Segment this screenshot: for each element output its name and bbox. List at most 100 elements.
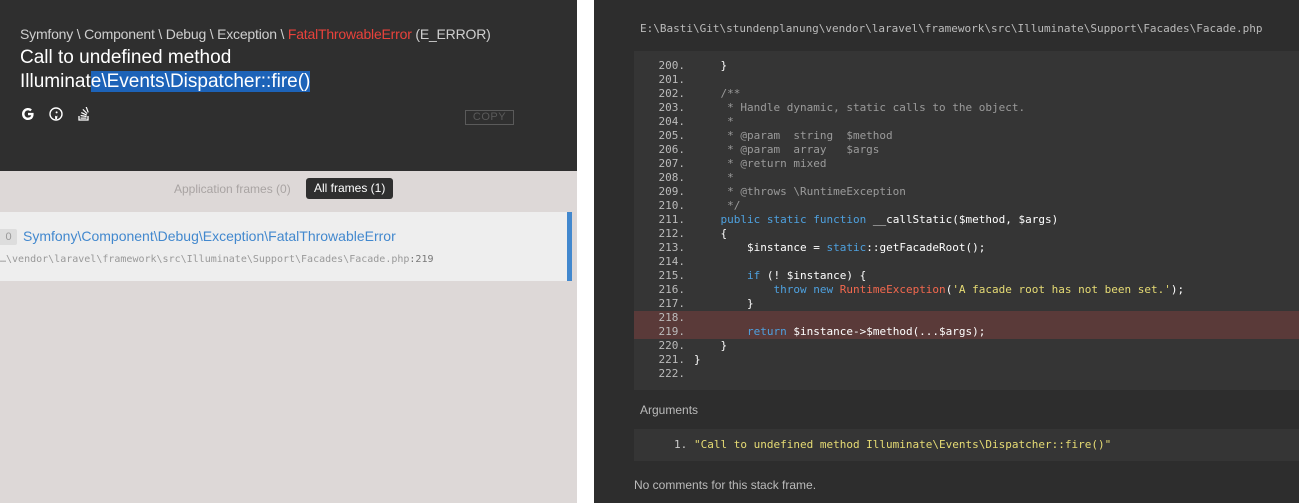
- frame-class: Symfony\Component\Debug\Exception\FatalT…: [23, 228, 396, 244]
- line-number: 217.: [658, 297, 686, 310]
- exception-header: Symfony \ Component \ Debug \ Exception …: [0, 0, 577, 171]
- code-line: 220. }: [634, 339, 1299, 353]
- exception-class: FatalThrowableError: [287, 26, 412, 42]
- line-source: * Handle dynamic, static calls to the ob…: [694, 101, 1026, 114]
- line-source: public static function __callStatic($met…: [720, 213, 1059, 226]
- tab-application-frames[interactable]: Application frames (0): [174, 182, 291, 196]
- arguments-label: Arguments: [640, 403, 699, 417]
- code-line: 204. *: [634, 115, 1299, 129]
- panel-divider: [577, 0, 594, 503]
- line-source: $instance = static::getFacadeRoot();: [694, 241, 986, 254]
- line-number: 207.: [658, 157, 686, 170]
- google-icon[interactable]: [20, 106, 36, 122]
- tab-all-frames[interactable]: All frames (1): [306, 178, 394, 199]
- code-line: 201.: [634, 73, 1299, 87]
- code-line: 212. {: [634, 227, 1299, 241]
- frame-filter-tabs: Application frames (0) All frames (1): [0, 171, 577, 211]
- code-line: 209. * @throws \RuntimeException: [634, 185, 1299, 199]
- line-source: }: [694, 353, 701, 366]
- exception-message-line1: Call to undefined method: [20, 47, 232, 68]
- line-number: 202.: [658, 87, 686, 100]
- code-line: 208. *: [634, 171, 1299, 185]
- argument-value-text: "Call to undefined method Illuminate\Eve…: [694, 438, 1112, 451]
- line-number: 209.: [658, 185, 686, 198]
- frames-panel: Symfony \ Component \ Debug \ Exception …: [0, 0, 577, 503]
- frame-line-number: :219: [409, 254, 434, 265]
- message-plain-text: Illuminat: [20, 71, 91, 92]
- code-line: 213. $instance = static::getFacadeRoot()…: [634, 241, 1299, 255]
- line-source: * @param string $method: [694, 129, 893, 142]
- stack-frame[interactable]: 0 Symfony\Component\Debug\Exception\Fata…: [0, 212, 572, 281]
- no-comments-text: No comments for this stack frame.: [634, 478, 817, 492]
- frame-file: …\vendor\laravel\framework\src\Illuminat…: [0, 254, 434, 265]
- code-line: 221.}: [634, 353, 1299, 367]
- argument-number: 1.: [674, 438, 688, 451]
- line-source: *: [694, 115, 734, 128]
- exception-path: Symfony \ Component \ Debug \ Exception …: [20, 26, 491, 42]
- exception-namespace: Symfony \ Component \ Debug \ Exception …: [20, 26, 288, 42]
- code-line: 215. if (! $instance) {: [634, 269, 1299, 283]
- code-line: 222.: [634, 367, 1299, 381]
- code-line: 216. throw new RuntimeException('A facad…: [634, 283, 1299, 297]
- line-number: 214.: [658, 255, 686, 268]
- line-number: 201.: [658, 73, 686, 86]
- line-source: /**: [720, 87, 741, 100]
- code-line: 205. * @param string $method: [634, 129, 1299, 143]
- line-number: 210.: [658, 199, 686, 212]
- line-number: 218.: [658, 311, 686, 324]
- code-line: 219. return $instance->$method(...$args)…: [634, 325, 1299, 339]
- line-number: 212.: [658, 227, 686, 240]
- exception-message-line2: Illuminate\Events\Dispatcher::fire(): [20, 70, 440, 94]
- line-source: if (! $instance) {: [746, 269, 867, 282]
- message-selected-text: e\Events\Dispatcher::fire(): [90, 71, 311, 92]
- code-line: 214.: [634, 255, 1299, 269]
- argument-value: "Call to undefined method Illuminate\Eve…: [694, 438, 1111, 451]
- code-line: 210. */: [634, 199, 1299, 213]
- line-source: return $instance->$method(...$args);: [746, 325, 986, 338]
- line-source: * @param array $args: [694, 143, 880, 156]
- line-number: 211.: [658, 213, 686, 226]
- code-viewer[interactable]: 200. } 201. 202. /** 203. * Handle dynamic,…: [634, 51, 1299, 390]
- line-source: *: [694, 171, 734, 184]
- line-number: 216.: [658, 283, 686, 296]
- copy-button[interactable]: COPY: [465, 110, 514, 125]
- stackoverflow-icon[interactable]: [76, 106, 92, 122]
- line-number: 220.: [658, 339, 686, 352]
- search-links: [20, 106, 92, 122]
- code-line: 218.: [634, 311, 1299, 325]
- code-line: 202. /**: [634, 87, 1299, 101]
- active-frame-indicator: [567, 212, 572, 281]
- code-line: 211. public static function __callStatic…: [634, 213, 1299, 227]
- error-type: (E_ERROR): [411, 26, 491, 42]
- code-line: 207. * @return mixed: [634, 157, 1299, 171]
- line-number: 213.: [658, 241, 686, 254]
- line-number: 222.: [658, 367, 686, 380]
- details-panel: E:\Basti\Git\stundenplanung\vendor\larav…: [594, 0, 1299, 503]
- line-number: 205.: [658, 129, 686, 142]
- line-source: }: [694, 297, 754, 310]
- source-file-path[interactable]: E:\Basti\Git\stundenplanung\vendor\larav…: [640, 22, 1263, 35]
- frame-file-path: …\vendor\laravel\framework\src\Illuminat…: [0, 254, 410, 265]
- code-line: 206. * @param array $args: [634, 143, 1299, 157]
- line-number: 200.: [658, 59, 686, 72]
- line-source: * @throws \RuntimeException: [694, 185, 906, 198]
- line-number: 206.: [658, 143, 686, 156]
- line-number: 208.: [658, 171, 686, 184]
- line-number: 221.: [658, 353, 686, 366]
- duckduckgo-icon[interactable]: [48, 106, 64, 122]
- line-source: throw new RuntimeException('A facade roo…: [773, 283, 1185, 296]
- exception-message[interactable]: Call to undefined method Illuminate\Even…: [20, 46, 440, 94]
- code-line: 200. }: [634, 59, 1299, 73]
- code-line: 203. * Handle dynamic, static calls to t…: [634, 101, 1299, 115]
- line-source: * @return mixed: [694, 157, 827, 170]
- line-number: 204.: [658, 115, 686, 128]
- line-source: {: [694, 227, 728, 240]
- line-number: 215.: [658, 269, 686, 282]
- code-line: 217. }: [634, 297, 1299, 311]
- line-source: */: [694, 199, 741, 212]
- line-number: 203.: [658, 101, 686, 114]
- line-source: }: [694, 59, 728, 72]
- line-number: 219.: [658, 325, 686, 338]
- line-source: }: [694, 339, 728, 352]
- frame-index: 0: [0, 229, 17, 245]
